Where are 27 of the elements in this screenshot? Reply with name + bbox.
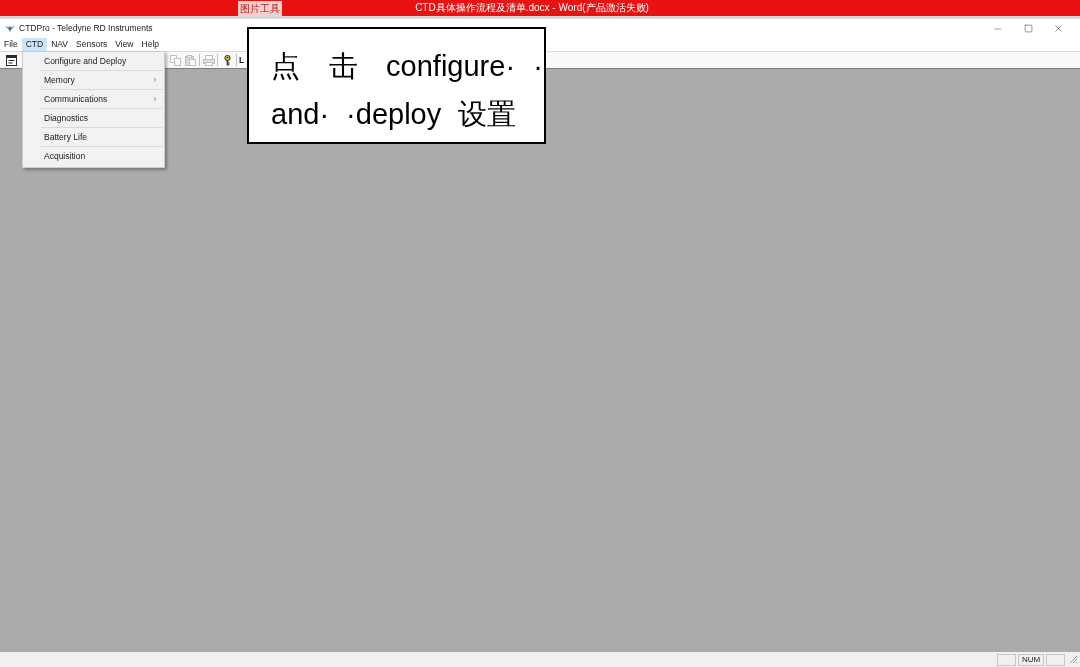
- toolbar-label: L: [239, 54, 245, 66]
- menu-option[interactable]: Configure and Deploy: [23, 52, 164, 70]
- key-icon: [224, 54, 231, 66]
- toolbar-button[interactable]: [221, 53, 234, 67]
- menu-item[interactable]: CTD: [21, 38, 48, 51]
- menu-option[interactable]: Acquisition: [23, 147, 164, 165]
- callout-text: 点 击 configure· · and· ·deploy 设置: [271, 49, 543, 132]
- maximize-icon: [1023, 24, 1033, 33]
- resize-grip-icon: [1069, 655, 1078, 664]
- menu-item[interactable]: Sensors: [72, 38, 112, 51]
- menu-option[interactable]: Communications: [23, 90, 164, 108]
- window-title: CTD具体操作流程及清单.docx - Word(产品激活失败): [415, 1, 649, 15]
- close-icon: [1052, 23, 1064, 34]
- status-panel: [1046, 653, 1065, 666]
- menu-option[interactable]: Battery Life: [23, 128, 164, 146]
- toolbar-button[interactable]: [5, 53, 18, 67]
- menu-option[interactable]: Diagnostics: [23, 109, 164, 127]
- status-panel: NUM: [1018, 653, 1044, 666]
- app-logo-icon: [5, 25, 15, 32]
- menu-item[interactable]: File: [0, 38, 22, 51]
- menu-item[interactable]: View: [111, 38, 138, 51]
- menu-option[interactable]: Memory: [23, 71, 164, 89]
- status-panel: [997, 653, 1016, 666]
- ribbon-tab[interactable]: 图片工具: [238, 1, 282, 16]
- app-title: CTDPro - Teledyne RD Instruments: [19, 23, 153, 34]
- menu-item[interactable]: Help: [137, 38, 163, 51]
- menu-item[interactable]: NAV: [47, 38, 73, 51]
